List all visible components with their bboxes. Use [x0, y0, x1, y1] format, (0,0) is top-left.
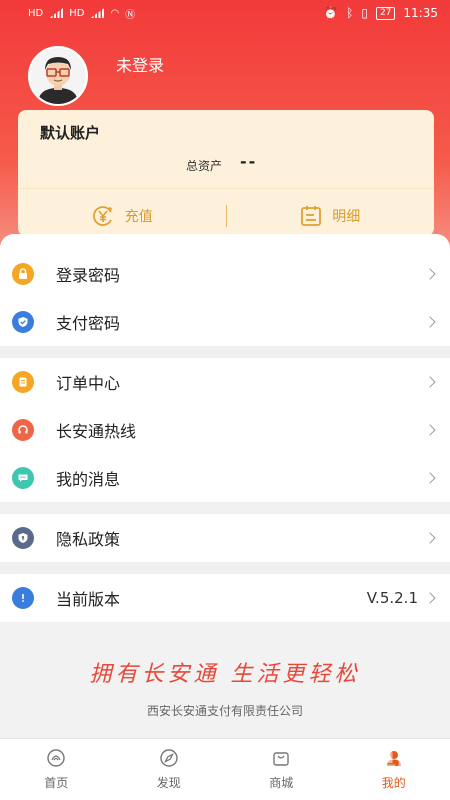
tab-label: 首页 [44, 776, 69, 790]
chevron-right-icon [424, 424, 436, 436]
status-bar-left: HD HD ◠ Ⓝ [28, 6, 135, 21]
menu-group-version: 当前版本 V.5.2.1 [0, 574, 450, 622]
tab-label: 商城 [269, 776, 294, 790]
menu-group-security: 登录密码 支付密码 [0, 250, 450, 346]
menu-item-privacy-policy[interactable]: 隐私政策 [0, 514, 450, 562]
order-icon [12, 371, 34, 393]
avatar[interactable] [28, 46, 88, 106]
assets-label: 总资产 [186, 159, 223, 173]
menu-item-label: 订单中心 [56, 374, 121, 393]
section-divider [0, 562, 450, 574]
clock: 11:35 [403, 6, 438, 20]
menu-item-label: 我的消息 [56, 470, 121, 489]
signal-icon [90, 8, 105, 18]
shop-icon [273, 752, 289, 766]
section-divider [0, 502, 450, 514]
shield-icon [12, 311, 34, 333]
hd-label: HD [69, 7, 85, 19]
menu-item-label: 隐私政策 [56, 530, 121, 549]
version-value: V.5.2.1 [366, 589, 418, 607]
menu-item-current-version[interactable]: 当前版本 V.5.2.1 [0, 574, 450, 622]
watermark-logo: 安卓吧 [342, 746, 424, 776]
chevron-right-icon [424, 532, 436, 544]
status-bar-right: ⏰ ᛒ ▯ 27 11:35 [323, 6, 438, 20]
menu-item-messages[interactable]: 我的消息 [0, 454, 450, 502]
menu-group-privacy: 隐私政策 [0, 514, 450, 562]
vibrate-icon: ▯ [361, 6, 368, 20]
menu-item-label: 登录密码 [56, 266, 121, 285]
info-icon [12, 587, 34, 609]
tab-discover[interactable]: 发现 [113, 739, 226, 800]
detail-label: 明细 [332, 209, 361, 225]
menu-item-label: 长安通热线 [56, 422, 137, 441]
detail-button[interactable]: 明细 [227, 205, 435, 227]
yuan-icon [92, 206, 112, 226]
detail-icon [301, 206, 322, 226]
account-title: 默认账户 [40, 124, 101, 142]
menu-item-order-center[interactable]: 订单中心 [0, 358, 450, 406]
menu-group-services: 订单中心 长安通热线 我的消息 [0, 358, 450, 502]
alarm-icon: ⏰ [323, 6, 339, 20]
message-icon [12, 467, 34, 489]
compass-icon [160, 749, 178, 767]
chevron-right-icon [424, 316, 436, 328]
avatar-illustration [30, 48, 86, 104]
menu-item-label: 当前版本 [56, 590, 121, 609]
recharge-label: 充值 [124, 209, 153, 225]
recharge-button[interactable]: 充值 [18, 204, 226, 228]
battery-icon: 27 [375, 6, 396, 20]
lock-icon [12, 263, 34, 285]
privacy-icon [12, 527, 34, 549]
tab-label: 发现 [156, 776, 181, 790]
card-actions: 充值 明细 [18, 196, 434, 236]
account-card: 默认账户 总资产 -- 充值 明细 [18, 110, 434, 236]
footer-slogan-area: 拥有长安通 生活更轻松 西安长安通支付有限责任公司 [0, 622, 450, 746]
status-bar: HD HD ◠ Ⓝ ⏰ ᛒ ▯ 27 11:35 [0, 0, 450, 26]
home-icon [47, 749, 65, 767]
chevron-right-icon [424, 592, 436, 604]
chevron-right-icon [424, 472, 436, 484]
slogan: 拥有长安通 生活更轻松 [89, 662, 361, 687]
hd-label: HD [28, 7, 44, 19]
company-name: 西安长安通支付有限责任公司 [146, 704, 303, 718]
tab-home[interactable]: 首页 [0, 739, 113, 800]
menu-sheet: 登录密码 支付密码 订单中心 长安通热线 我的消息 隐私政策 当前版本 V.5.… [0, 234, 450, 800]
signal-icon [49, 8, 64, 18]
wifi-icon: ◠ [110, 7, 120, 19]
chevron-right-icon [424, 376, 436, 388]
card-divider [18, 188, 434, 189]
assets-value: -- [240, 152, 258, 171]
chevron-right-icon [424, 268, 436, 280]
menu-item-login-password[interactable]: 登录密码 [0, 250, 450, 298]
menu-item-pay-password[interactable]: 支付密码 [0, 298, 450, 346]
sheet-top [0, 234, 450, 250]
nfc-icon: Ⓝ [125, 9, 136, 21]
login-status[interactable]: 未登录 [116, 52, 164, 76]
headset-icon [12, 419, 34, 441]
tab-shop[interactable]: 商城 [225, 739, 338, 800]
section-divider [0, 346, 450, 358]
bluetooth-icon: ᛒ [346, 6, 354, 20]
menu-item-label: 支付密码 [56, 314, 121, 333]
menu-item-hotline[interactable]: 长安通热线 [0, 406, 450, 454]
